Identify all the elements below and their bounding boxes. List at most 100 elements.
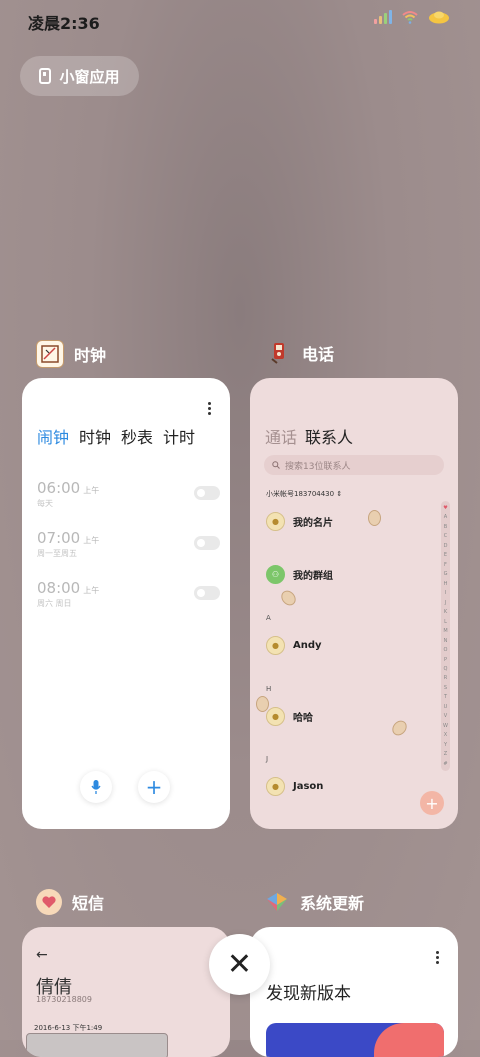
section-header: A (266, 614, 271, 622)
index-letter[interactable]: K (444, 609, 447, 615)
index-letter[interactable]: N (444, 638, 448, 644)
tab-calls[interactable]: 通话 (265, 424, 297, 448)
clear-all-button[interactable]: ✕ (209, 934, 270, 995)
decorative-sticker (278, 587, 299, 609)
back-arrow-icon[interactable]: ← (36, 947, 48, 963)
search-placeholder: 搜索13位联系人 (285, 461, 351, 472)
alarm-repeat: 每天 (37, 499, 53, 508)
index-letter[interactable]: L (444, 619, 447, 625)
small-window-button[interactable]: 小窗应用 (20, 56, 139, 96)
index-letter[interactable]: ♥ (443, 505, 447, 511)
contact-item[interactable]: ● 哈哈 (266, 707, 313, 726)
status-time: 凌晨2:36 (28, 14, 100, 33)
update-banner (266, 1023, 444, 1057)
section-header: J (266, 755, 269, 763)
decorative-sticker (389, 717, 410, 739)
add-alarm-button[interactable]: + (138, 771, 170, 803)
small-window-label: 小窗应用 (59, 67, 120, 86)
index-letter[interactable]: M (443, 628, 447, 634)
more-icon[interactable] (436, 951, 440, 966)
index-letter[interactable]: W (443, 723, 448, 729)
sms-app-card[interactable]: ← 倩倩 18730218809 2016-6-13 下午1:49 (22, 927, 230, 1057)
index-letter[interactable]: E (444, 552, 447, 558)
index-letter[interactable]: Y (444, 742, 447, 748)
alarm-ampm: 上午 (83, 586, 100, 595)
update-app-card[interactable]: 发现新版本 (250, 927, 458, 1057)
plus-icon: + (425, 793, 439, 813)
add-contact-button[interactable]: + (420, 791, 444, 815)
index-letter[interactable]: T (444, 694, 447, 700)
alarm-time: 08:00 (37, 579, 81, 597)
contact-item[interactable]: ● Andy (266, 636, 322, 655)
alarm-item[interactable]: 07:00 上午 周一至周五 (37, 528, 220, 559)
signal-icon (374, 10, 392, 24)
sms-app-name: 短信 (72, 894, 105, 913)
decorative-sticker (256, 696, 269, 712)
contact-search-input[interactable]: 搜索13位联系人 (264, 455, 444, 475)
index-letter[interactable]: # (443, 761, 447, 767)
alarm-time: 06:00 (37, 479, 81, 497)
contact-item[interactable]: ⚇ 我的群组 (266, 565, 333, 584)
index-letter[interactable]: U (444, 704, 448, 710)
search-icon (272, 461, 280, 469)
index-letter[interactable]: O (444, 647, 448, 653)
contact-item[interactable]: ● 我的名片 (266, 512, 333, 531)
update-app-header[interactable]: 系统更新 (264, 889, 364, 915)
account-selector[interactable]: 小米帐号183704430 ⇕ (266, 489, 342, 499)
index-letter[interactable]: A (444, 514, 447, 520)
clock-app-header[interactable]: 时钟 (36, 340, 106, 368)
decorative-sticker (368, 510, 381, 526)
index-letter[interactable]: Q (444, 666, 448, 672)
more-icon[interactable] (208, 402, 212, 417)
index-letter[interactable]: X (444, 732, 447, 738)
alarm-toggle[interactable] (194, 536, 220, 550)
phone-app-icon (266, 340, 292, 366)
wifi-icon (402, 11, 418, 24)
contact-name: Andy (293, 640, 322, 651)
contact-name: 我的名片 (293, 518, 333, 529)
alarm-repeat: 周六 周日 (37, 599, 72, 608)
index-letter[interactable]: J (445, 600, 446, 606)
index-letter[interactable]: G (444, 571, 448, 577)
update-app-icon (264, 889, 290, 915)
alarm-toggle[interactable] (194, 586, 220, 600)
index-letter[interactable]: B (444, 524, 447, 530)
tab-timer[interactable]: 计时 (163, 424, 195, 448)
sms-app-header[interactable]: 短信 (36, 889, 104, 915)
phone-app-header[interactable]: 电话 (266, 340, 334, 366)
clock-tabs: 闹钟 时钟 秒表 计时 (37, 424, 195, 448)
plus-icon: + (145, 775, 163, 799)
battery-icon (429, 11, 449, 24)
index-letter[interactable]: Z (444, 751, 447, 757)
index-letter[interactable]: R (444, 675, 447, 681)
alphabet-index[interactable]: ♥ A B C D E F G H I J K L M N O P Q R S T U V W X Y Z # (441, 501, 450, 771)
index-letter[interactable]: H (444, 581, 448, 587)
alarm-item[interactable]: 06:00 上午 每天 (37, 478, 220, 509)
index-letter[interactable]: P (444, 657, 447, 663)
update-title: 发现新版本 (266, 984, 351, 1004)
tab-contacts[interactable]: 联系人 (305, 424, 353, 448)
index-letter[interactable]: C (444, 533, 448, 539)
tab-alarm[interactable]: 闹钟 (37, 424, 69, 448)
alarm-toggle[interactable] (194, 486, 220, 500)
phone-app-card[interactable]: 通话 联系人 搜索13位联系人 小米帐号183704430 ⇕ ● 我的名片 ⚇… (250, 378, 458, 829)
index-letter[interactable]: V (444, 713, 447, 719)
index-letter[interactable]: D (444, 543, 448, 549)
index-letter[interactable]: F (444, 562, 447, 568)
contact-item[interactable]: ● Jason (266, 777, 323, 796)
avatar: ● (266, 777, 285, 796)
index-letter[interactable]: S (444, 685, 447, 691)
group-avatar: ⚇ (266, 565, 285, 584)
index-letter[interactable]: I (445, 590, 446, 596)
avatar: ● (266, 707, 285, 726)
account-label: 小米帐号183704430 (266, 490, 335, 498)
tab-stopwatch[interactable]: 秒表 (121, 424, 153, 448)
voice-alarm-button[interactable] (80, 771, 112, 803)
tab-clock[interactable]: 时钟 (79, 424, 111, 448)
sms-app-icon (36, 889, 62, 915)
clock-app-card[interactable]: 闹钟 时钟 秒表 计时 06:00 上午 每天 07:00 上午 周一至周五 08:… (22, 378, 230, 829)
close-icon: ✕ (226, 947, 253, 982)
update-app-name: 系统更新 (300, 894, 365, 913)
alarm-item[interactable]: 08:00 上午 周六 周日 (37, 578, 220, 609)
phone-tabs: 通话 联系人 (265, 424, 353, 448)
